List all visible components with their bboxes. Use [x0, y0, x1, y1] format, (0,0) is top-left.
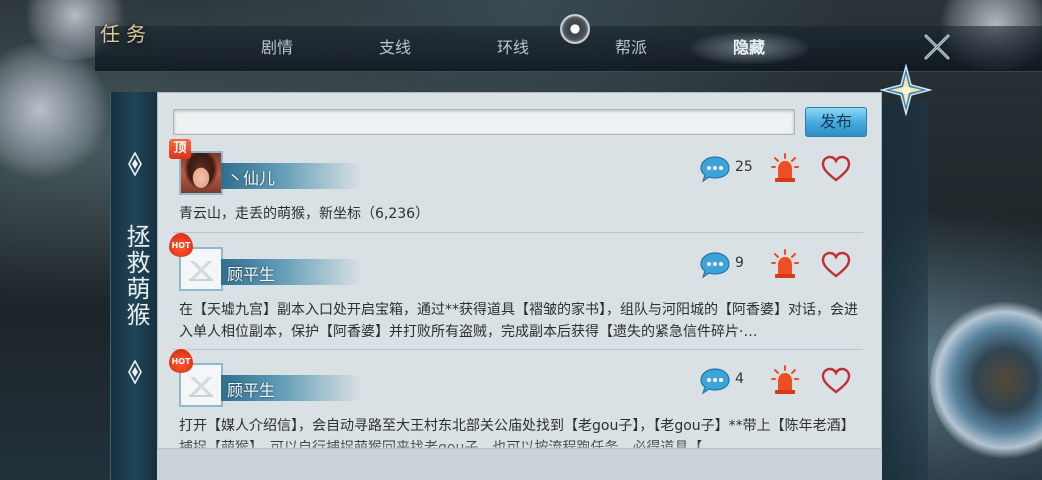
tab-side[interactable]: 支线	[336, 32, 454, 64]
diamond-ornament-icon	[128, 152, 142, 176]
heart-icon[interactable]	[821, 251, 851, 279]
alarm-icon[interactable]	[771, 249, 799, 279]
comment-count: 4	[735, 371, 744, 387]
panel-edge	[882, 100, 928, 480]
quest-scroll: 拯救萌猴	[110, 92, 158, 480]
user-name[interactable]: 丶仙儿	[227, 165, 275, 189]
star-ornament-icon	[880, 64, 932, 116]
diamond-ornament-icon	[128, 360, 142, 384]
tab-loop[interactable]: 环线	[454, 32, 572, 64]
hot-badge: HOT	[169, 349, 193, 373]
tab-hidden[interactable]: 隐藏	[690, 32, 808, 64]
post-item: HOT 顾平生 9 在【天墟九宫】副本入口处开启宝箱，通过**获得道具【褶皱的家…	[169, 233, 863, 349]
heart-icon[interactable]	[821, 155, 851, 183]
background-ornament	[930, 300, 1042, 460]
panel-footer	[157, 448, 882, 480]
quest-title: 拯救萌猴	[122, 224, 150, 328]
tab-story[interactable]: 剧情	[218, 32, 336, 64]
post-content: 青云山，走丢的萌猴，新坐标（6,236）	[179, 206, 430, 222]
comment-icon[interactable]	[699, 251, 731, 279]
divider	[173, 232, 863, 233]
background-blossom	[0, 40, 110, 180]
divider	[173, 349, 863, 350]
post-input[interactable]	[173, 109, 795, 135]
heart-icon[interactable]	[821, 367, 851, 395]
tab-list: 剧情 支线 环线 帮派 隐藏	[218, 32, 808, 64]
hot-badge: HOT	[169, 233, 193, 257]
post-panel: 发布 顶 丶仙儿 25 青云山，走丢的萌猴，新坐标（6,236） HOT 顾平生	[157, 92, 882, 480]
comment-icon[interactable]	[699, 367, 731, 395]
comment-count: 25	[735, 159, 753, 175]
tab-guild[interactable]: 帮派	[572, 32, 690, 64]
post-content: 在【天墟九宫】副本入口处开启宝箱，通过**获得道具【褶皱的家书】，组队与河阳城的…	[179, 302, 858, 340]
alarm-icon[interactable]	[771, 153, 799, 183]
comment-count: 9	[735, 255, 744, 271]
publish-button[interactable]: 发布	[805, 107, 867, 137]
post-item: 顶 丶仙儿 25 青云山，走丢的萌猴，新坐标（6,236）	[169, 139, 863, 229]
comment-icon[interactable]	[699, 155, 731, 183]
window-title: 任务	[100, 22, 152, 46]
user-name[interactable]: 顾平生	[227, 261, 275, 285]
pinned-badge: 顶	[169, 139, 191, 159]
close-icon[interactable]	[920, 30, 954, 64]
user-name[interactable]: 顾平生	[227, 377, 275, 401]
alarm-icon[interactable]	[771, 365, 799, 395]
